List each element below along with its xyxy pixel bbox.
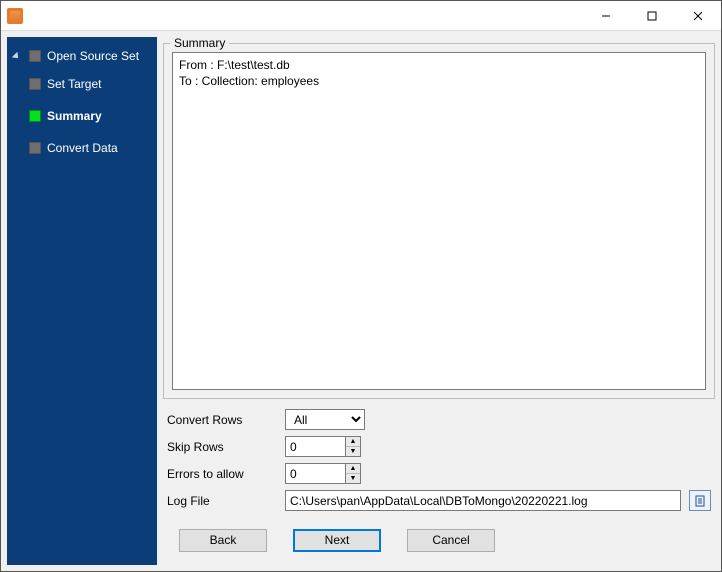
browse-log-button[interactable] xyxy=(689,490,711,511)
summary-group: Summary From : F:\test\test.db To : Coll… xyxy=(163,43,715,399)
sidebar-item-summary[interactable]: Summary xyxy=(11,105,153,127)
errors-allow-label: Errors to allow xyxy=(167,467,277,481)
file-icon xyxy=(694,495,706,507)
node-icon xyxy=(29,78,41,90)
next-button[interactable]: Next xyxy=(293,529,381,552)
cancel-button[interactable]: Cancel xyxy=(407,529,495,552)
wizard-sidebar: Open Source Set Set Target Summary Conve… xyxy=(7,37,157,565)
tree-toggle-icon[interactable] xyxy=(13,51,23,61)
node-icon xyxy=(29,142,41,154)
sidebar-root[interactable]: Open Source Set xyxy=(11,45,153,67)
sidebar-item-label: Set Target xyxy=(47,77,101,91)
skip-rows-input[interactable] xyxy=(285,436,345,457)
sidebar-item-set-target[interactable]: Set Target xyxy=(11,73,153,95)
skip-rows-spinner[interactable]: ▲ ▼ xyxy=(285,436,361,457)
errors-allow-spinner[interactable]: ▲ ▼ xyxy=(285,463,361,484)
back-button[interactable]: Back xyxy=(179,529,267,552)
summary-title: Summary xyxy=(170,36,229,50)
maximize-button[interactable] xyxy=(629,1,675,30)
skip-rows-label: Skip Rows xyxy=(167,440,277,454)
sidebar-item-convert-data[interactable]: Convert Data xyxy=(11,137,153,159)
summary-to: To : Collection: employees xyxy=(179,74,319,88)
options-form: Convert Rows All Skip Rows ▲ ▼ Errors to… xyxy=(163,409,715,517)
summary-text[interactable]: From : F:\test\test.db To : Collection: … xyxy=(172,52,706,390)
app-icon xyxy=(7,8,23,24)
spin-up-icon[interactable]: ▲ xyxy=(346,437,360,447)
spin-down-icon[interactable]: ▼ xyxy=(346,447,360,456)
log-file-input[interactable] xyxy=(285,490,681,511)
convert-rows-label: Convert Rows xyxy=(167,413,277,427)
sidebar-item-label: Convert Data xyxy=(47,141,118,155)
window-controls xyxy=(583,1,721,30)
sidebar-item-label: Summary xyxy=(47,109,102,123)
minimize-button[interactable] xyxy=(583,1,629,30)
node-icon xyxy=(29,50,41,62)
node-icon-active xyxy=(29,110,41,122)
spin-down-icon[interactable]: ▼ xyxy=(346,474,360,483)
close-button[interactable] xyxy=(675,1,721,30)
convert-rows-select[interactable]: All xyxy=(285,409,365,430)
spin-up-icon[interactable]: ▲ xyxy=(346,464,360,474)
wizard-buttons: Back Next Cancel xyxy=(163,517,715,560)
errors-allow-input[interactable] xyxy=(285,463,345,484)
titlebar xyxy=(1,1,721,31)
summary-from: From : F:\test\test.db xyxy=(179,58,290,72)
log-file-label: Log File xyxy=(167,494,277,508)
main-panel: Summary From : F:\test\test.db To : Coll… xyxy=(163,37,715,565)
sidebar-root-label: Open Source Set xyxy=(47,49,139,63)
